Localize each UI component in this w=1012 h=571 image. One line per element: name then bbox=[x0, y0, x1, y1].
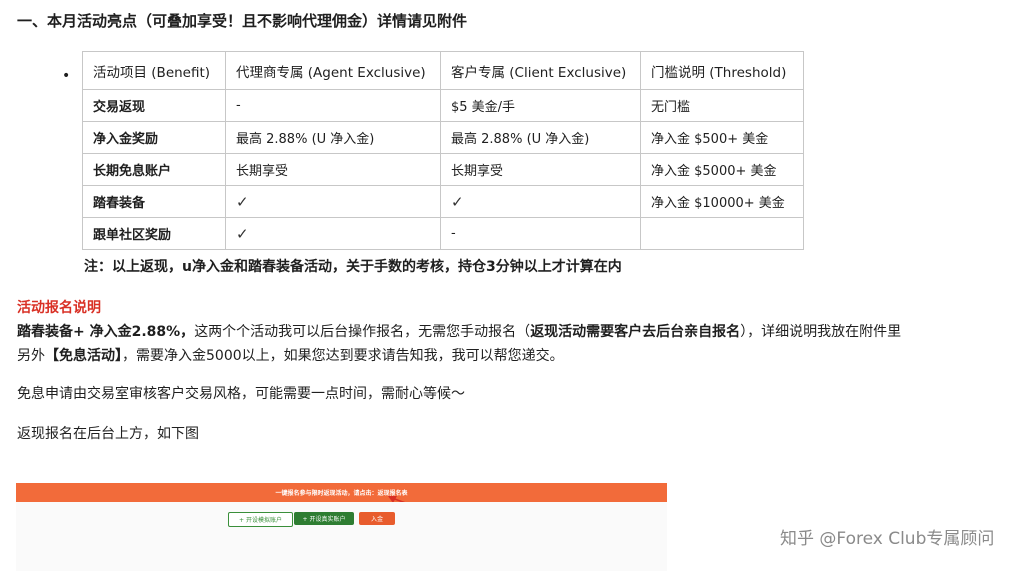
open-live-account-button[interactable]: + 开设真实账户 bbox=[294, 512, 354, 525]
cell-client: 长期享受 bbox=[440, 153, 641, 186]
deposit-button[interactable]: 入金 bbox=[359, 512, 395, 525]
cell-benefit: 踏春装备 bbox=[82, 185, 226, 218]
cell-threshold: 净入金 $10000+ 美金 bbox=[640, 185, 804, 218]
table-row: 交易返现 - $5 美金/手 无门槛 bbox=[82, 89, 804, 122]
paragraph-text: 这两个个活动我可以后台操作报名，无需您手动报名（ bbox=[194, 324, 531, 340]
table-header-row: 活动项目 (Benefit) 代理商专属 (Agent Exclusive) 客… bbox=[82, 51, 804, 90]
paragraph-text: 另外 bbox=[17, 348, 45, 364]
paragraph-review: 免息申请由交易室审核客户交易风格，可能需要一点时间，需耐心等候～ bbox=[17, 386, 465, 402]
open-demo-account-button[interactable]: + 开设模拟账户 bbox=[228, 512, 293, 527]
paragraph-bold: 踏春装备+ 净入金2.88%， bbox=[17, 324, 195, 340]
paragraph-bold: 返现活动需要客户去后台亲自报名 bbox=[530, 324, 741, 340]
cell-benefit: 长期免息账户 bbox=[82, 153, 226, 186]
benefits-table: 活动项目 (Benefit) 代理商专属 (Agent Exclusive) 客… bbox=[82, 51, 804, 250]
paragraph-interest-free: 另外【免息活动】，需要净入金5000以上，如果您达到要求请告知我，我可以帮您递交… bbox=[17, 345, 564, 365]
cell-benefit: 跟单社区奖励 bbox=[82, 217, 226, 250]
header-threshold: 门槛说明 (Threshold) bbox=[640, 51, 804, 90]
check-icon: ✓ bbox=[225, 217, 441, 250]
cell-benefit: 交易返现 bbox=[82, 89, 226, 122]
banner-bar: 一键报名参与限时返现活动，请点击：返现报名表 bbox=[16, 483, 667, 502]
table-row: 跟单社区奖励 ✓ - bbox=[82, 217, 804, 250]
header-benefit: 活动项目 (Benefit) bbox=[82, 51, 226, 90]
watermark: 知乎 @Forex Club专属顾问 bbox=[780, 529, 995, 549]
paragraph-signup: 踏春装备+ 净入金2.88%，这两个个活动我可以后台操作报名，无需您手动报名（返… bbox=[17, 321, 901, 341]
paragraph-bold: 【免息活动】 bbox=[45, 348, 122, 364]
table-row: 长期免息账户 长期享受 长期享受 净入金 $5000+ 美金 bbox=[82, 153, 804, 186]
header-client: 客户专属 (Client Exclusive) bbox=[440, 51, 641, 90]
table-row: 踏春装备 ✓ ✓ 净入金 $10000+ 美金 bbox=[82, 185, 804, 218]
cell-agent: - bbox=[225, 89, 441, 122]
section-title: 活动报名说明 bbox=[17, 300, 101, 316]
paragraph-text: ），详细说明我放在附件里 bbox=[740, 324, 902, 340]
cell-threshold: 净入金 $500+ 美金 bbox=[640, 121, 804, 154]
screenshot-image: 一键报名参与限时返现活动，请点击：返现报名表 + 开设模拟账户 + 开设真实账户… bbox=[16, 483, 667, 571]
paragraph-cashback-location: 返现报名在后台上方，如下图 bbox=[17, 426, 199, 442]
cell-agent: 最高 2.88% (U 净入金) bbox=[225, 121, 441, 154]
check-icon: ✓ bbox=[440, 185, 641, 218]
cell-threshold: 净入金 $5000+ 美金 bbox=[640, 153, 804, 186]
cell-threshold bbox=[640, 217, 804, 250]
cell-benefit: 净入金奖励 bbox=[82, 121, 226, 154]
bullet-dot: • bbox=[62, 68, 71, 84]
cell-agent: 长期享受 bbox=[225, 153, 441, 186]
header-agent: 代理商专属 (Agent Exclusive) bbox=[225, 51, 441, 90]
cell-client: $5 美金/手 bbox=[440, 89, 641, 122]
cell-client: 最高 2.88% (U 净入金) bbox=[440, 121, 641, 154]
page-heading: 一、本月活动亮点（可叠加享受！且不影响代理佣金）详情请见附件 bbox=[17, 12, 468, 30]
check-icon: ✓ bbox=[225, 185, 441, 218]
cell-threshold: 无门槛 bbox=[640, 89, 804, 122]
table-note: 注：以上返现，u净入金和踏春装备活动，关于手数的考核，持仓3分钟以上才计算在内 bbox=[84, 259, 622, 275]
table-row: 净入金奖励 最高 2.88% (U 净入金) 最高 2.88% (U 净入金) … bbox=[82, 121, 804, 154]
cell-client: - bbox=[440, 217, 641, 250]
paragraph-text: ，需要净入金5000以上，如果您达到要求请告知我，我可以帮您递交。 bbox=[122, 348, 564, 364]
